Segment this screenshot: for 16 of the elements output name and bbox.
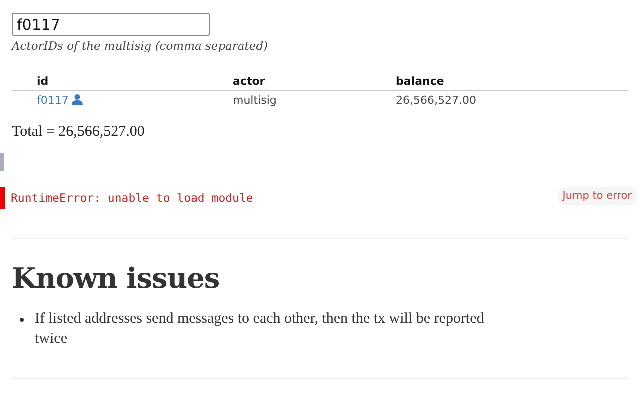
actor-ids-field[interactable]: f0117 <box>12 13 210 36</box>
table-cell: 26,566,527.00 <box>396 94 476 107</box>
actor-id-link[interactable]: f0117 <box>37 94 69 107</box>
error-message: RuntimeError: unable to load module <box>0 187 254 209</box>
field-caption: ActorIDs of the multisig (comma separated) <box>12 39 270 53</box>
person-icon <box>72 94 84 105</box>
table-cell: multisig <box>233 94 277 107</box>
column-header: id <box>37 75 49 88</box>
bullet-icon <box>20 318 24 322</box>
section-heading: Known issues <box>12 262 220 295</box>
column-header: actor <box>233 75 266 88</box>
cell-marker <box>0 153 4 171</box>
jump-to-error-button[interactable]: Jump to error <box>558 187 637 205</box>
issue-text: If listed addresses send messages to each other, then the tx will be reported twice <box>35 310 486 349</box>
column-header: balance <box>396 75 444 88</box>
total-text: Total = 26,566,527.00 <box>12 124 146 141</box>
